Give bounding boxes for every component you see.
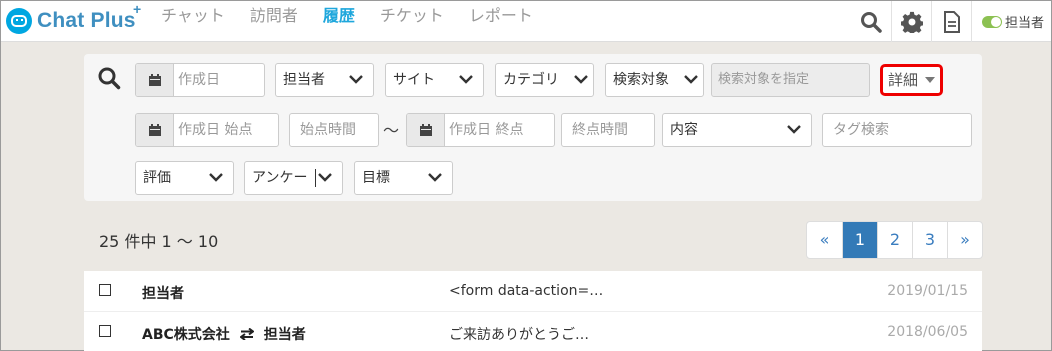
row-checkbox[interactable] [99, 284, 111, 296]
document-button[interactable] [931, 1, 971, 42]
nav-history[interactable]: 履歴 [323, 1, 355, 31]
end-time-input[interactable]: 終点時間 [561, 113, 655, 147]
assignee-select-label: 担当者 [283, 72, 325, 88]
nav-reports[interactable]: レポート [469, 1, 533, 31]
participants: 担当者 [142, 283, 184, 303]
rating-select-label: 評価 [143, 170, 171, 186]
page-prev[interactable]: « [807, 222, 842, 258]
calendar-icon [136, 64, 174, 96]
chevron-down-icon [209, 173, 223, 182]
participant-name: ABC株式会社 [142, 327, 230, 343]
search-filter-panel: 作成日 担当者 サイト カテゴリ 検索対象 検索対象を指定 詳細 作成日 始点 … [84, 54, 982, 201]
select-divider [315, 169, 316, 187]
chevron-down-icon [787, 125, 801, 134]
end-time-placeholder: 終点時間 [572, 122, 628, 138]
range-separator: 〜 [383, 121, 400, 140]
created-end-placeholder: 作成日 終点 [449, 122, 524, 138]
created-end-input[interactable]: 作成日 終点 [406, 113, 555, 147]
list-item[interactable]: 担当者 <form data-action=… 2019/01/15 [84, 271, 982, 312]
start-time-placeholder: 始点時間 [300, 122, 356, 138]
page-1[interactable]: 1 [842, 222, 877, 258]
site-select-label: サイト [393, 72, 435, 88]
status-toggle[interactable]: 担当者 [971, 1, 1051, 42]
page-2[interactable]: 2 [877, 222, 912, 258]
chevron-down-icon [349, 75, 363, 84]
chevron-down-icon [574, 75, 588, 84]
search-icon [98, 67, 121, 90]
calendar-icon [136, 114, 174, 146]
chevron-down-icon [318, 173, 332, 182]
category-select-label: カテゴリ [503, 72, 559, 88]
chevron-down-icon [684, 75, 698, 84]
chat-bubble-icon [6, 8, 32, 34]
logo-text: Chat Plus [37, 9, 136, 32]
search-target-placeholder: 検索対象を指定 [718, 72, 810, 87]
detail-button[interactable]: 詳細 [880, 64, 943, 96]
search-target-select[interactable]: 検索対象 [605, 63, 704, 97]
row-checkbox[interactable] [99, 325, 111, 337]
caret-down-icon [925, 77, 935, 83]
goal-select-label: 目標 [362, 170, 390, 186]
message-preview: <form data-action=… [449, 283, 604, 299]
list-item[interactable]: ABC株式会社 担当者 ご来訪ありがとうご… 2018/06/05 [84, 312, 982, 351]
chevron-down-icon [428, 173, 442, 182]
exchange-arrows-icon [239, 328, 254, 340]
page-next[interactable]: » [947, 222, 982, 258]
nav-tickets[interactable]: チケット [380, 1, 444, 31]
created-start-placeholder: 作成日 始点 [178, 122, 253, 138]
pagination: « 1 2 3 » [806, 221, 983, 259]
nav-visitors[interactable]: 訪問者 [250, 1, 298, 31]
content-select[interactable]: 内容 [662, 113, 812, 147]
start-time-input[interactable]: 始点時間 [289, 113, 379, 147]
app-logo[interactable]: Chat Plus + [6, 1, 141, 37]
survey-select[interactable]: アンケー [244, 161, 343, 195]
gear-icon [900, 11, 923, 33]
toggle-switch-icon [982, 15, 1002, 28]
detail-button-label: 詳細 [888, 71, 919, 89]
search-icon [861, 11, 882, 33]
message-preview: ご来訪ありがとうご… [449, 327, 589, 343]
logo-plus: + [133, 1, 142, 17]
history-list: 担当者 <form data-action=… 2019/01/15 ABC株式… [84, 271, 982, 351]
status-label: 担当者 [1005, 16, 1045, 31]
document-icon [943, 10, 960, 33]
page-3[interactable]: 3 [912, 222, 947, 258]
calendar-icon [407, 114, 445, 146]
row-date: 2018/06/05 [887, 324, 968, 340]
content-select-label: 内容 [670, 122, 698, 138]
search-target-input: 検索対象を指定 [711, 63, 870, 97]
tag-search-placeholder: タグ検索 [833, 122, 889, 138]
main-nav: チャット 訪問者 履歴 チケット レポート [161, 1, 558, 31]
row-date: 2019/01/15 [887, 283, 968, 299]
created-date-placeholder: 作成日 [178, 72, 220, 88]
participant-name: 担当者 [142, 286, 184, 302]
search-target-select-label: 検索対象 [613, 72, 669, 88]
participants: ABC株式会社 担当者 [142, 324, 306, 344]
settings-button[interactable] [891, 1, 931, 42]
category-select[interactable]: カテゴリ [495, 63, 594, 97]
rating-select[interactable]: 評価 [135, 161, 234, 195]
site-select[interactable]: サイト [385, 63, 484, 97]
created-date-input[interactable]: 作成日 [135, 63, 265, 97]
results-summary: 25 件中 1 〜 10 [99, 232, 219, 251]
nav-chat[interactable]: チャット [161, 1, 225, 31]
chevron-down-icon [459, 75, 473, 84]
participant-name: 担当者 [263, 327, 306, 343]
survey-select-label: アンケー [252, 170, 308, 186]
goal-select[interactable]: 目標 [354, 161, 453, 195]
header-search-button[interactable] [851, 1, 891, 42]
top-navbar: Chat Plus + チャット 訪問者 履歴 チケット レポート 担当者 [1, 1, 1051, 42]
created-start-input[interactable]: 作成日 始点 [135, 113, 279, 147]
tag-search-input[interactable]: タグ検索 [822, 113, 972, 147]
header-actions: 担当者 [851, 1, 1051, 42]
assignee-select[interactable]: 担当者 [275, 63, 374, 97]
